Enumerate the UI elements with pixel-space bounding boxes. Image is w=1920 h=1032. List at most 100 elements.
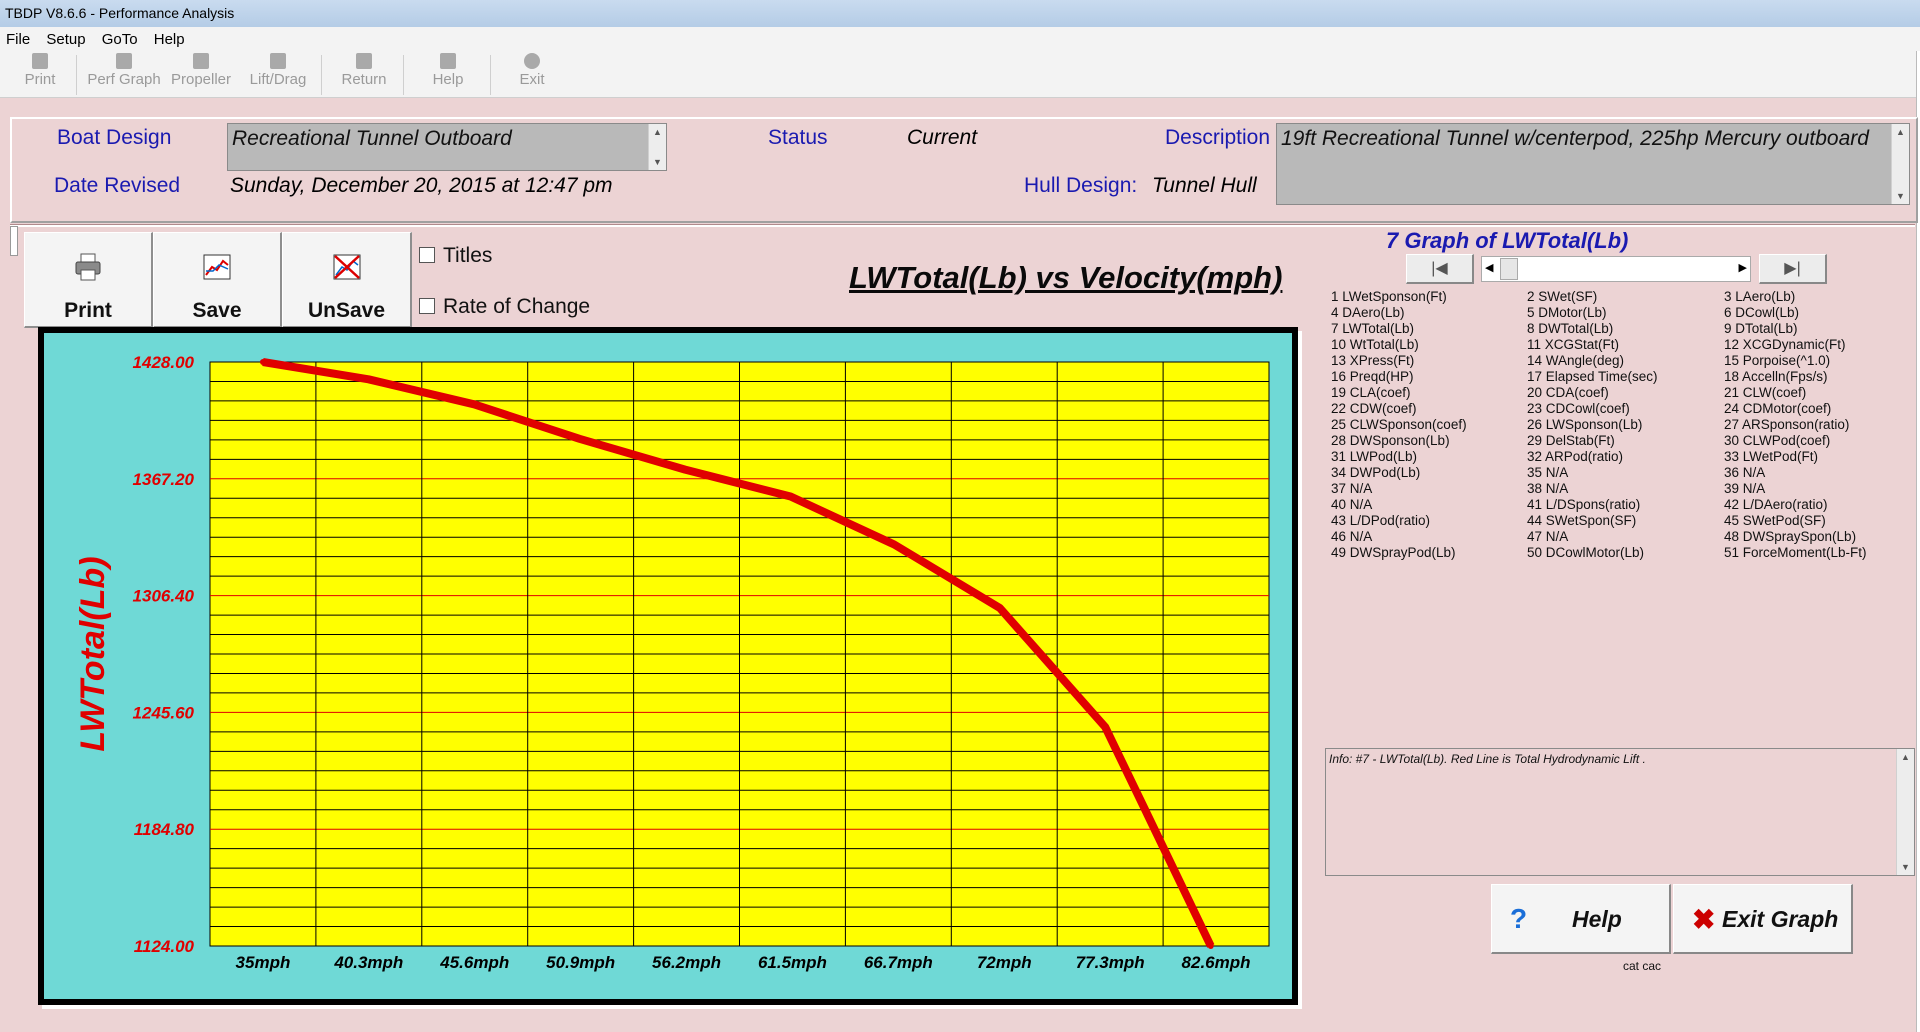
graph-list-item[interactable]: 1 LWetSponson(Ft) — [1331, 289, 1467, 305]
graph-list-item[interactable]: 45 SWetPod(SF) — [1724, 513, 1867, 529]
x-tick-label: 35mph — [236, 953, 291, 972]
graph-list-item[interactable]: 26 LWSponson(Lb) — [1527, 417, 1658, 433]
graph-list-item[interactable]: 12 XCGDynamic(Ft) — [1724, 337, 1867, 353]
rate-of-change-checkbox-box[interactable] — [419, 298, 435, 314]
graph-list-item[interactable]: 46 N/A — [1331, 529, 1467, 545]
menu-file[interactable]: File — [0, 27, 36, 48]
unsave-chart-icon — [333, 254, 360, 280]
graph-list-item[interactable]: 13 XPress(Ft) — [1331, 353, 1467, 369]
graph-list-item[interactable]: 17 Elapsed Time(sec) — [1527, 369, 1658, 385]
graph-list-item[interactable]: 32 ARPod(ratio) — [1527, 449, 1658, 465]
return-icon — [356, 53, 372, 69]
graph-list-item[interactable]: 50 DCowlMotor(Lb) — [1527, 545, 1658, 561]
help-icon — [440, 53, 456, 69]
menu-goto[interactable]: GoTo — [96, 27, 144, 48]
first-graph-button[interactable]: |◀ — [1406, 254, 1474, 284]
graph-list-item[interactable]: 2 SWet(SF) — [1527, 289, 1658, 305]
graph-list-item[interactable]: 18 Accelln(Fps/s) — [1724, 369, 1867, 385]
graph-list-item[interactable]: 3 LAero(Lb) — [1724, 289, 1867, 305]
lift-drag-icon — [270, 53, 286, 69]
x-tick-label: 45.6mph — [439, 953, 509, 972]
toolbar-exit-button[interactable]: Exit — [512, 53, 552, 88]
graph-unsave-button[interactable]: UnSave — [282, 232, 412, 328]
graph-list-item[interactable]: 14 WAngle(deg) — [1527, 353, 1658, 369]
graph-list-item[interactable]: 43 L/DPod(ratio) — [1331, 513, 1467, 529]
graph-list-item[interactable]: 25 CLWSponson(coef) — [1331, 417, 1467, 433]
graph-list-item[interactable]: 15 Porpoise(^1.0) — [1724, 353, 1867, 369]
menu-setup[interactable]: Setup — [40, 27, 91, 48]
graph-list-item[interactable]: 27 ARSponson(ratio) — [1724, 417, 1867, 433]
rate-of-change-checkbox[interactable]: Rate of Change — [419, 295, 590, 319]
graph-list-item[interactable]: 47 N/A — [1527, 529, 1658, 545]
title-bar: TBDP V8.6.6 - Performance Analysis — [0, 0, 1920, 28]
description-scrollbar[interactable]: ▲ ▼ — [1891, 124, 1909, 204]
graph-list-item[interactable]: 22 CDW(coef) — [1331, 401, 1467, 417]
scroll-left-icon[interactable]: ◀ — [1485, 261, 1493, 274]
toolbar-print-label: Print — [24, 71, 56, 88]
graph-list-item[interactable]: 51 ForceMoment(Lb-Ft) — [1724, 545, 1867, 561]
graph-list-item[interactable]: 20 CDA(coef) — [1527, 385, 1658, 401]
toolbar-propeller-button[interactable]: Propeller — [168, 53, 234, 88]
boat-design-scrollbar[interactable]: ▲ ▼ — [648, 124, 666, 170]
graph-list-col-3: 3 LAero(Lb) 6 DCowl(Lb) 9 DTotal(Lb) 12 XCG… — [1724, 289, 1867, 561]
toolbar-help-button[interactable]: Help — [420, 53, 476, 88]
info-scrollbar[interactable]: ▲ ▼ — [1896, 749, 1914, 875]
graph-list-item[interactable]: 30 CLWPod(coef) — [1724, 433, 1867, 449]
design-info-panel: Boat Design Recreational Tunnel Outboard… — [10, 117, 1918, 223]
titles-checkbox[interactable]: Titles — [419, 244, 492, 268]
y-tick-label: 1245.60 — [133, 703, 195, 722]
graph-list-item[interactable]: 29 DelStab(Ft) — [1527, 433, 1658, 449]
graph-list-item[interactable]: 23 CDCowl(coef) — [1527, 401, 1658, 417]
graph-list-item[interactable]: 24 CDMotor(coef) — [1724, 401, 1867, 417]
graph-list-item[interactable]: 19 CLA(coef) — [1331, 385, 1467, 401]
graph-list-item[interactable]: 5 DMotor(Lb) — [1527, 305, 1658, 321]
graph-list-item[interactable]: 36 N/A — [1724, 465, 1867, 481]
description-field[interactable]: 19ft Recreational Tunnel w/centerpod, 22… — [1276, 123, 1910, 205]
graph-list-item[interactable]: 31 LWPod(Lb) — [1331, 449, 1467, 465]
graph-scrollbar[interactable]: ◀ ▶ — [1481, 256, 1751, 282]
graph-save-button[interactable]: Save — [153, 232, 282, 328]
toolbar-print-button[interactable]: Print — [22, 53, 58, 88]
graph-list-item[interactable]: 9 DTotal(Lb) — [1724, 321, 1867, 337]
graph-list-item[interactable]: 16 Preqd(HP) — [1331, 369, 1467, 385]
graph-list-item[interactable]: 7 LWTotal(Lb) — [1331, 321, 1467, 337]
graph-list-item[interactable]: 28 DWSponson(Lb) — [1331, 433, 1467, 449]
graph-list-item[interactable]: 41 L/DSpons(ratio) — [1527, 497, 1658, 513]
help-button[interactable]: ? Help — [1491, 884, 1671, 954]
graph-list-item[interactable]: 8 DWTotal(Lb) — [1527, 321, 1658, 337]
graph-list-item[interactable]: 37 N/A — [1331, 481, 1467, 497]
graph-list-item[interactable]: 4 DAero(Lb) — [1331, 305, 1467, 321]
info-text-box[interactable]: Info: #7 - LWTotal(Lb). Red Line is Tota… — [1325, 748, 1915, 876]
toolbar-return-button[interactable]: Return — [336, 53, 392, 88]
left-scroll-stub — [10, 226, 18, 256]
graph-list-item[interactable]: 40 N/A — [1331, 497, 1467, 513]
graph-list-item[interactable]: 34 DWPod(Lb) — [1331, 465, 1467, 481]
graph-print-button[interactable]: Print — [24, 232, 153, 328]
graph-list-item[interactable]: 39 N/A — [1724, 481, 1867, 497]
graph-list-item[interactable]: 42 L/DAero(ratio) — [1724, 497, 1867, 513]
exit-graph-button[interactable]: ✖ Exit Graph — [1673, 884, 1853, 954]
graph-list-item[interactable]: 48 DWSpraySpon(Lb) — [1724, 529, 1867, 545]
graph-list-item[interactable]: 10 WtTotal(Lb) — [1331, 337, 1467, 353]
graph-unsave-label: UnSave — [307, 299, 386, 322]
last-graph-button[interactable]: ▶| — [1759, 254, 1827, 284]
toolbar-perf-graph-button[interactable]: Perf Graph — [86, 53, 162, 88]
scroll-right-icon[interactable]: ▶ — [1739, 261, 1747, 274]
graph-list-item[interactable]: 11 XCGStat(Ft) — [1527, 337, 1658, 353]
toolbar-propeller-label: Propeller — [170, 71, 232, 88]
graph-list-item[interactable]: 35 N/A — [1527, 465, 1658, 481]
titles-checkbox-box[interactable] — [419, 247, 435, 263]
toolbar-lift-drag-button[interactable]: Lift/Drag — [245, 53, 311, 88]
help-question-icon: ? — [1510, 903, 1528, 934]
graph-list-item[interactable]: 21 CLW(coef) — [1724, 385, 1867, 401]
graph-list-item[interactable]: 33 LWetPod(Ft) — [1724, 449, 1867, 465]
graph-list-item[interactable]: 44 SWetSpon(SF) — [1527, 513, 1658, 529]
graph-list-item[interactable]: 38 N/A — [1527, 481, 1658, 497]
graph-list-item[interactable]: 6 DCowl(Lb) — [1724, 305, 1867, 321]
save-chart-icon — [203, 254, 231, 280]
graph-list-item[interactable]: 49 DWSprayPod(Lb) — [1331, 545, 1467, 561]
boat-design-field[interactable]: Recreational Tunnel Outboard ▲ ▼ — [227, 123, 667, 171]
graph-scrollbar-thumb[interactable] — [1500, 258, 1518, 280]
toolbar-separator — [490, 55, 491, 95]
menu-help[interactable]: Help — [148, 27, 191, 48]
